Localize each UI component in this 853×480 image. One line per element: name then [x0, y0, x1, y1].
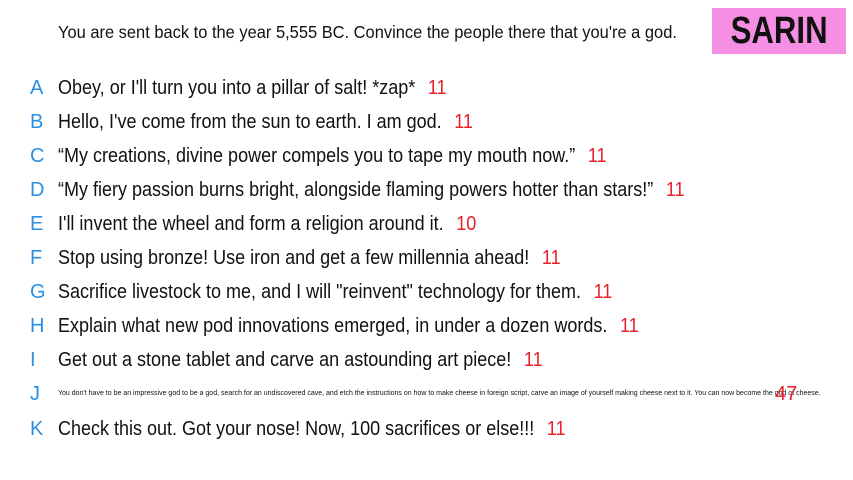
answer-row-g: G Sacrifice livestock to me, and I will …	[0, 277, 853, 307]
answer-score: 11	[587, 145, 607, 167]
answer-letter: H	[30, 315, 45, 337]
answer-row-k: K Check this out. Got your nose! Now, 10…	[0, 414, 853, 444]
answer-text: Explain what new pod innovations emerged…	[58, 315, 608, 337]
answer-text: Check this out. Got your nose! Now, 100 …	[58, 418, 535, 440]
answer-row-j: J You don't have to be an impressive god…	[0, 379, 853, 409]
contestant-name: SARIN	[730, 9, 828, 52]
answer-text: Stop using bronze! Use iron and get a fe…	[58, 247, 530, 269]
answer-text: Sacrifice livestock to me, and I will "r…	[58, 281, 582, 303]
answer-score: 11	[454, 111, 473, 133]
answer-score: 10	[456, 213, 477, 235]
answer-row-e: E I'll invent the wheel and form a relig…	[0, 209, 853, 239]
prompt-text: You are sent back to the year 5,555 BC. …	[58, 22, 677, 42]
answer-score: 11	[593, 281, 613, 303]
contestant-badge: SARIN	[712, 8, 846, 54]
answer-text: Hello, I've come from the sun to earth. …	[58, 111, 442, 133]
answer-letter: E	[30, 213, 44, 235]
answer-score: 11	[523, 349, 543, 371]
answer-row-d: D “My fiery passion burns bright, alongs…	[0, 175, 853, 205]
answer-letter: J	[30, 383, 40, 405]
answer-letter: B	[30, 111, 44, 133]
answer-row-a: A Obey, or I'll turn you into a pillar o…	[0, 73, 853, 103]
answer-text: Get out a stone tablet and carve an asto…	[58, 349, 512, 371]
answer-row-b: B Hello, I've come from the sun to earth…	[0, 107, 853, 137]
answer-score: 11	[619, 315, 639, 337]
answer-score: 11	[546, 418, 566, 440]
answer-letter: G	[30, 281, 46, 303]
answer-text: I'll invent the wheel and form a religio…	[58, 213, 444, 235]
answer-text: “My fiery passion burns bright, alongsid…	[58, 179, 654, 201]
answer-letter: K	[30, 418, 44, 440]
answer-text: Obey, or I'll turn you into a pillar of …	[58, 77, 416, 99]
answer-score: 47	[775, 383, 798, 405]
answer-row-c: C “My creations, divine power compels yo…	[0, 141, 853, 171]
answer-letter: C	[30, 145, 45, 167]
answer-text: You don't have to be an impressive god t…	[58, 390, 821, 397]
answer-row-f: F Stop using bronze! Use iron and get a …	[0, 243, 853, 273]
answer-score: 11	[665, 179, 685, 201]
answer-row-i: I Get out a stone tablet and carve an as…	[0, 345, 853, 375]
answer-score: 11	[427, 77, 447, 99]
answer-letter: D	[30, 179, 45, 201]
answer-score: 11	[541, 247, 561, 269]
answer-text: “My creations, divine power compels you …	[58, 145, 576, 167]
answer-row-h: H Explain what new pod innovations emerg…	[0, 311, 853, 341]
answer-letter: F	[30, 247, 43, 269]
answer-letter: I	[30, 349, 36, 371]
answer-letter: A	[30, 77, 44, 99]
